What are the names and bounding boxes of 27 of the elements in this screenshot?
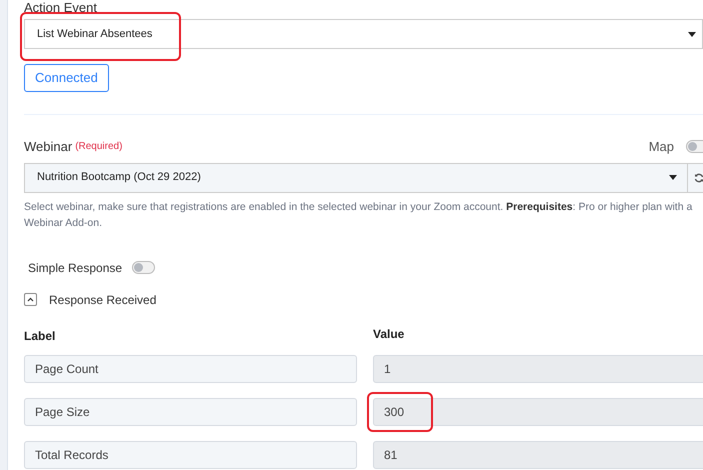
field-label: Action Event — [24, 0, 97, 15]
label-field: Page Count — [24, 354, 357, 382]
label-field: Total Records — [24, 440, 357, 468]
dropdown-value: Nutrition Bootcamp (Oct 29 2022) — [36, 170, 202, 186]
collapse-button[interactable] — [24, 293, 37, 306]
section-title: Response Received — [49, 292, 156, 308]
caret-icon — [669, 175, 677, 180]
field-label: Webinar — [24, 138, 72, 155]
value-field[interactable]: 81 — [373, 440, 703, 468]
help-text: Select webinar, make sure that registrations are enabled in the selected webinar in your Zoom account. Prerequisites: Pro or higher plan with a Webinar Add-on. — [24, 200, 694, 230]
chevron-up-icon — [27, 297, 34, 302]
dropdown-field[interactable]: List Webinar Absentees — [24, 19, 703, 49]
label-field: Page Size — [24, 398, 357, 426]
column-header: Value — [373, 326, 406, 342]
toggle-switch[interactable] — [686, 140, 703, 154]
dropdown-value: List Webinar Absentees — [36, 26, 154, 42]
toggle-label: Simple Response — [28, 260, 122, 276]
refresh-icon — [694, 172, 703, 182]
dropdown-field[interactable]: Nutrition Bootcamp (Oct 29 2022) — [24, 162, 688, 192]
value-field[interactable]: 300 — [373, 398, 703, 426]
value-field[interactable]: 1 — [373, 354, 703, 382]
required-note: (Required) — [75, 140, 122, 154]
connected-button[interactable]: Connected — [24, 64, 109, 92]
column-header: Label — [24, 328, 56, 344]
toggle-switch[interactable] — [132, 261, 156, 274]
map-label: Map — [648, 138, 674, 156]
caret-icon — [688, 32, 696, 36]
